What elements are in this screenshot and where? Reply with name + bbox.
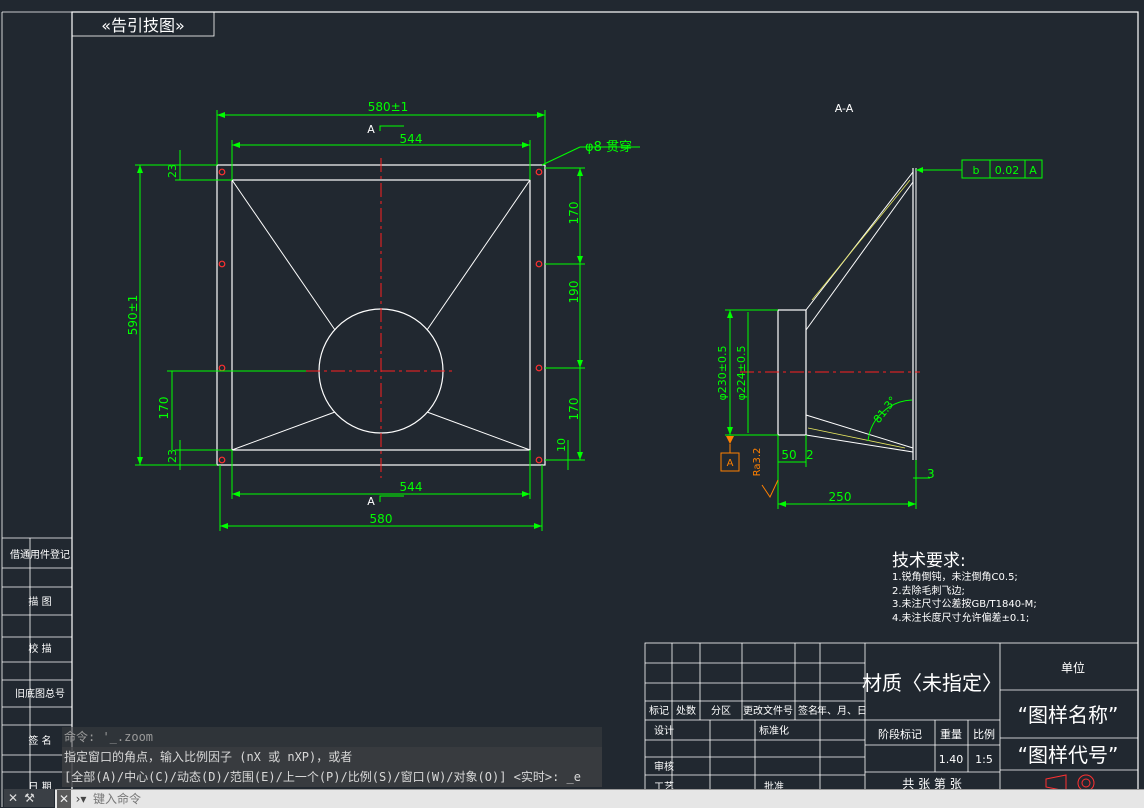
view-label: A-A xyxy=(835,102,854,115)
roughness-value: Ra3.2 xyxy=(752,448,763,477)
dim-top-width: 580±1 xyxy=(368,100,409,114)
design-label: 设计 xyxy=(654,724,674,737)
tech-item: 2.去除毛刺飞边; xyxy=(892,584,965,597)
weight-value: 1.40 xyxy=(939,753,964,766)
strip-label: 签 名 xyxy=(28,734,51,747)
dim-2: 2 xyxy=(806,448,814,462)
datum-letter: A xyxy=(727,458,734,469)
dim-dia-inner: φ224±0.5 xyxy=(735,346,748,401)
stage-mark-label: 阶段标记 xyxy=(878,727,922,741)
header-cell: 年、月、日 xyxy=(817,704,867,717)
strip-label: 借通用件登记 xyxy=(10,548,70,561)
dim-right-190: 190 xyxy=(567,281,581,304)
section-marker-top: A xyxy=(367,123,375,136)
dim-right-10: 10 xyxy=(555,438,568,452)
dim-3: 3 xyxy=(927,467,935,481)
header-cell: 更改文件号 xyxy=(743,704,793,717)
dim-left-height: 590±1 xyxy=(126,295,140,336)
strip-label: 校 描 xyxy=(28,642,51,655)
close-icon[interactable]: ✕ xyxy=(57,790,71,808)
drawing-name: “图样名称” xyxy=(1018,703,1119,727)
strip-label: 描 图 xyxy=(28,595,51,608)
strip-label: 旧底图总号 xyxy=(15,687,65,700)
command-tools: ✕ ⚒ xyxy=(4,789,54,807)
company-label: 单位 xyxy=(1061,660,1085,675)
dim-right-170b: 170 xyxy=(567,398,581,421)
command-line: ✕ ›▾ xyxy=(55,789,1144,808)
header-cell: 签名 xyxy=(798,704,818,717)
tol-value: 0.02 xyxy=(995,164,1020,177)
review-label: 审核 xyxy=(654,760,674,773)
scale-value: 1:5 xyxy=(975,753,993,766)
wrench-icon[interactable]: ⚒ xyxy=(24,791,35,805)
close-icon[interactable]: ✕ xyxy=(8,791,18,805)
header-cell: 处数 xyxy=(676,704,696,717)
command-history-line: 指定窗口的角点，输入比例因子 (nX 或 nXP)，或者 xyxy=(62,747,602,767)
standardize-label: 标准化 xyxy=(759,724,789,737)
command-history: 命令: '_.zoom 指定窗口的角点，输入比例因子 (nX 或 nXP)，或者… xyxy=(62,727,602,787)
dim-inner-width: 544 xyxy=(400,132,423,146)
dim-right-170a: 170 xyxy=(567,202,581,225)
hole-note: φ8 贯穿 xyxy=(585,139,632,155)
dim-bottom-inner: 544 xyxy=(400,480,423,494)
tol-symbol: b xyxy=(973,164,980,177)
dim-left-23: 23 xyxy=(166,164,179,178)
dim-left-23b: 23 xyxy=(166,449,179,463)
drawing-code: “图样代号” xyxy=(1018,743,1119,767)
weight-label: 重量 xyxy=(940,727,962,741)
dim-dia-outer: φ230±0.5 xyxy=(716,346,729,401)
tech-item: 4.未注长度尺寸允许偏差±0.1; xyxy=(892,611,1029,624)
header-cell: 标记 xyxy=(649,705,669,717)
command-input[interactable] xyxy=(93,791,693,806)
material-label: 材质〈未指定〉 xyxy=(862,671,1002,695)
scale-label: 比例 xyxy=(973,727,995,741)
section-marker-bottom: A xyxy=(367,495,375,508)
tech-item: 3.未注尺寸公差按GB/T1840-M; xyxy=(892,597,1037,610)
command-history-line: [全部(A)/中心(C)/动态(D)/范围(E)/上一个(P)/比例(S)/窗口… xyxy=(62,767,602,787)
command-prompt-icon[interactable]: ›▾ xyxy=(73,790,89,808)
drawing-canvas[interactable]: «告引技图» 借通用件登记 描 图 校 描 旧底图总号 签 名 日 期 580±… xyxy=(0,0,1144,807)
dim-bottom-width: 580 xyxy=(370,512,393,526)
command-history-line: 命令: '_.zoom xyxy=(62,727,602,747)
tech-item: 1.锐角倒钝，未注倒角C0.5; xyxy=(892,570,1018,583)
header-cell: 分区 xyxy=(711,705,731,717)
tech-title: 技术要求: xyxy=(892,551,966,571)
title-stamp: «告引技图» xyxy=(101,16,185,35)
dim-50: 50 xyxy=(781,448,796,462)
dim-left-170: 170 xyxy=(157,397,171,420)
tol-ref: A xyxy=(1029,164,1037,177)
dim-250: 250 xyxy=(829,490,852,504)
